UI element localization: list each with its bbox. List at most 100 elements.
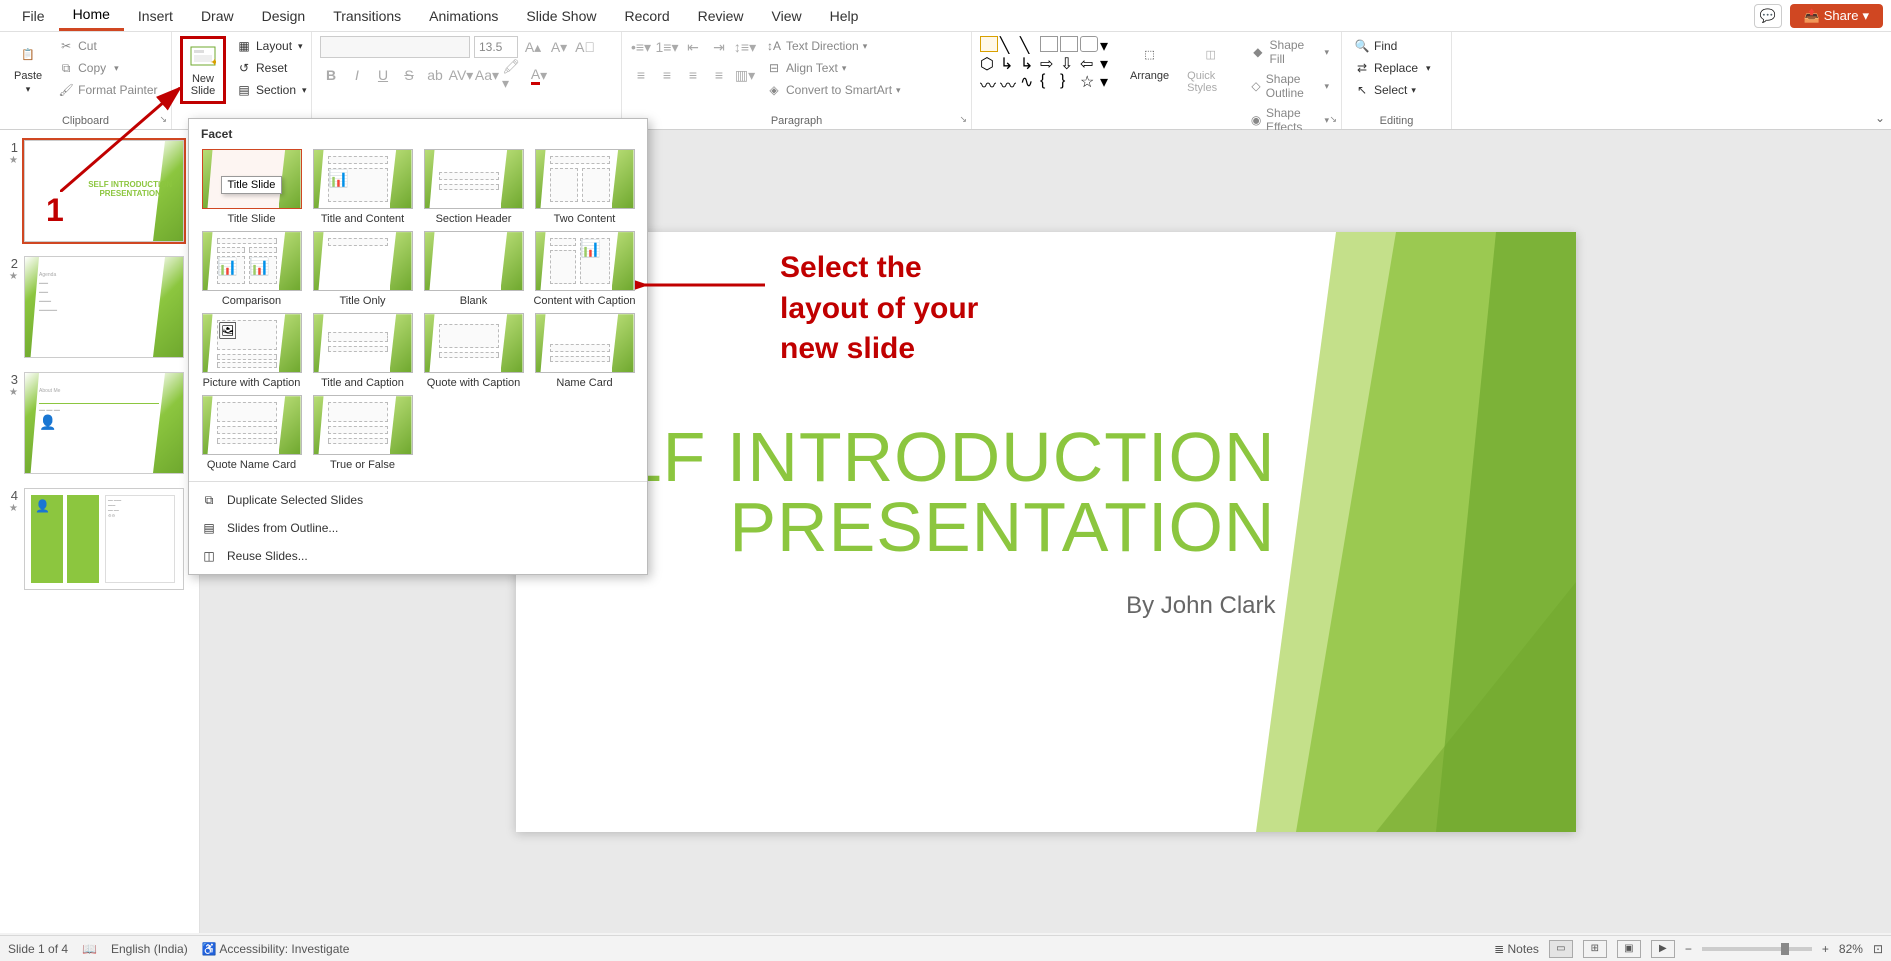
bold-button[interactable]: B — [320, 64, 342, 86]
layout-title-only[interactable] — [313, 231, 413, 291]
shape-outline-button[interactable]: ◇Shape Outline▾ — [1246, 70, 1333, 102]
tab-view[interactable]: View — [758, 2, 816, 30]
thumbnail-slide-4[interactable]: ━━ ━━━━━━━━ ━━⚙⚙ 👤 — [24, 488, 184, 590]
shapes-gallery[interactable]: ╲ ╲ ▾ ⬡ ↳ ↳ ⇨ ⇩ ⇦ ▾ 〰 〰 ∿ { } ☆ ▾ — [980, 36, 1118, 88]
font-size-input[interactable]: 13.5 — [474, 36, 518, 58]
slide-counter[interactable]: Slide 1 of 4 — [8, 942, 68, 956]
slide-sorter-button[interactable]: ⊞ — [1583, 940, 1607, 958]
text-direction-icon: ↕A — [766, 38, 782, 54]
layout-label-2: Section Header — [436, 213, 512, 225]
drawing-launcher[interactable]: ↘ — [1329, 114, 1337, 125]
tab-draw[interactable]: Draw — [187, 2, 248, 30]
layout-quote-caption[interactable] — [424, 313, 524, 373]
columns-button[interactable]: ▥▾ — [734, 64, 756, 86]
font-name-input[interactable] — [320, 36, 470, 58]
clear-formatting-button[interactable]: A⃠ — [574, 36, 596, 58]
tab-insert[interactable]: Insert — [124, 2, 187, 30]
layout-quote-name-card[interactable] — [202, 395, 302, 455]
justify-button[interactable]: ≡ — [708, 64, 730, 86]
layout-button[interactable]: ▦Layout▾ — [232, 36, 311, 56]
layout-blank[interactable] — [424, 231, 524, 291]
char-spacing-button[interactable]: AV▾ — [450, 64, 472, 86]
shrink-font-button[interactable]: A▾ — [548, 36, 570, 58]
increase-indent-button[interactable]: ⇥ — [708, 36, 730, 58]
layout-title-slide[interactable]: Title Slide — [202, 149, 302, 209]
numbering-button[interactable]: 1≡▾ — [656, 36, 678, 58]
arrange-button[interactable]: ⬚ Arrange — [1124, 36, 1175, 86]
thumbnail-slide-3[interactable]: About Me ━━ ━━ ━━👤 — [24, 372, 184, 474]
spell-check-icon[interactable]: 📖 — [82, 942, 97, 956]
layout-name-card[interactable] — [535, 313, 635, 373]
language-indicator[interactable]: English (India) — [111, 942, 188, 956]
thumbnail-slide-2[interactable]: Agenda━━━━━━━━━━━━━━━━ — [24, 256, 184, 358]
shadow-button[interactable]: ab — [424, 64, 446, 86]
layout-title-content[interactable]: 📊 — [313, 149, 413, 209]
accessibility-checker[interactable]: ♿ Accessibility: Investigate — [202, 942, 350, 956]
align-right-button[interactable]: ≡ — [682, 64, 704, 86]
zoom-out-button[interactable]: − — [1685, 942, 1692, 956]
tab-design[interactable]: Design — [248, 2, 320, 30]
align-text-button[interactable]: ⊟Align Text▾ — [762, 58, 905, 78]
fit-to-window-button[interactable]: ⊡ — [1873, 942, 1883, 956]
align-center-button[interactable]: ≡ — [656, 64, 678, 86]
current-slide[interactable]: ELF INTRODUCTION PRESENTATION By John Cl… — [516, 232, 1576, 832]
shape-fill-button[interactable]: ◆Shape Fill▾ — [1246, 36, 1333, 68]
tab-record[interactable]: Record — [610, 2, 683, 30]
tab-home[interactable]: Home — [59, 0, 124, 31]
italic-button[interactable]: I — [346, 64, 368, 86]
layout-two-content[interactable] — [535, 149, 635, 209]
normal-view-button[interactable]: ▭ — [1549, 940, 1573, 958]
zoom-in-button[interactable]: + — [1822, 942, 1829, 956]
decrease-indent-button[interactable]: ⇤ — [682, 36, 704, 58]
quick-styles-button[interactable]: ◫ Quick Styles — [1181, 36, 1240, 98]
highlight-button[interactable]: 🖍▾ — [502, 64, 524, 86]
layout-comparison[interactable]: 📊📊 — [202, 231, 302, 291]
layout-picture-caption[interactable]: 🖼 — [202, 313, 302, 373]
notes-button[interactable]: ≣ Notes — [1494, 942, 1539, 956]
slideshow-view-button[interactable]: ▶ — [1651, 940, 1675, 958]
thumb-number-2: 2 — [6, 256, 18, 271]
replace-button[interactable]: ⇄Replace▾ — [1350, 58, 1435, 78]
zoom-slider[interactable] — [1702, 947, 1812, 951]
select-button[interactable]: ↖Select▾ — [1350, 80, 1435, 100]
anno-text-l3: new slide — [780, 332, 915, 365]
strikethrough-button[interactable]: S — [398, 64, 420, 86]
line-spacing-button[interactable]: ↕≡▾ — [734, 36, 756, 58]
share-button[interactable]: 📤Share▾ — [1790, 4, 1883, 28]
cut-button[interactable]: ✂Cut — [54, 36, 161, 56]
reading-view-button[interactable]: ▣ — [1617, 940, 1641, 958]
reset-button[interactable]: ↺Reset — [232, 58, 311, 78]
layout-title-caption[interactable] — [313, 313, 413, 373]
underline-button[interactable]: U — [372, 64, 394, 86]
comments-button[interactable]: 💬 — [1754, 4, 1782, 28]
tab-transitions[interactable]: Transitions — [319, 2, 415, 30]
convert-smartart-button[interactable]: ◈Convert to SmartArt▾ — [762, 80, 905, 100]
grow-font-button[interactable]: A▴ — [522, 36, 544, 58]
tab-review[interactable]: Review — [684, 2, 758, 30]
duplicate-slides-item[interactable]: ⧉Duplicate Selected Slides — [189, 486, 647, 514]
arrange-icon: ⬚ — [1136, 40, 1164, 68]
tab-slideshow[interactable]: Slide Show — [512, 2, 610, 30]
layout-content-caption[interactable]: 📊 — [535, 231, 635, 291]
paragraph-launcher[interactable]: ↘ — [959, 114, 967, 125]
slide-subtitle[interactable]: By John Clark — [1126, 592, 1275, 620]
share-icon: 📤 — [1804, 8, 1820, 24]
reuse-slides-item[interactable]: ◫Reuse Slides... — [189, 542, 647, 570]
copy-button[interactable]: ⧉Copy▾ — [54, 58, 161, 78]
bullets-button[interactable]: •≡▾ — [630, 36, 652, 58]
font-color-button[interactable]: A▾ — [528, 64, 550, 86]
tab-help[interactable]: Help — [816, 2, 873, 30]
layout-section-header[interactable] — [424, 149, 524, 209]
slides-from-outline-item[interactable]: ▤Slides from Outline... — [189, 514, 647, 542]
tab-file[interactable]: File — [8, 2, 59, 30]
tab-animations[interactable]: Animations — [415, 2, 512, 30]
layout-true-false[interactable] — [313, 395, 413, 455]
change-case-button[interactable]: Aa▾ — [476, 64, 498, 86]
collapse-ribbon-button[interactable]: ⌄ — [1875, 111, 1885, 125]
text-direction-button[interactable]: ↕AText Direction▾ — [762, 36, 905, 56]
section-button[interactable]: ▤Section▾ — [232, 80, 311, 100]
zoom-level[interactable]: 82% — [1839, 942, 1863, 956]
paste-button[interactable]: 📋 Paste ▾ — [8, 36, 48, 99]
find-button[interactable]: 🔍Find — [1350, 36, 1435, 56]
align-left-button[interactable]: ≡ — [630, 64, 652, 86]
